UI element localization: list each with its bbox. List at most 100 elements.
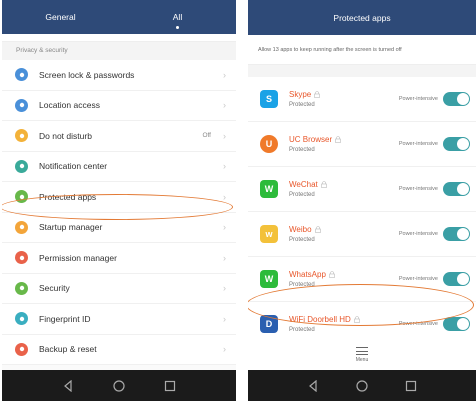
protected-apps-screen: Protected apps Allow 13 apps to keep run… xyxy=(248,0,476,401)
app-status: Protected xyxy=(289,237,315,243)
back-button[interactable] xyxy=(305,378,321,394)
app-status: Protected xyxy=(289,327,315,333)
home-icon xyxy=(356,379,368,392)
settings-item-label: Protected apps xyxy=(39,191,97,202)
settings-screen: General All Privacy & security Screen lo… xyxy=(2,0,236,401)
home-button[interactable] xyxy=(111,378,127,394)
whatsapp-icon: W xyxy=(260,270,278,288)
partial-row xyxy=(2,34,236,42)
app-status: Protected xyxy=(289,192,315,198)
lock-icon xyxy=(320,181,327,188)
shield-icon xyxy=(15,190,28,204)
settings-item[interactable]: Security › xyxy=(2,274,236,304)
back-icon xyxy=(308,379,317,392)
settings-item-label: Backup & reset xyxy=(39,344,97,355)
app-name-line: UC Browser xyxy=(289,135,399,144)
protect-toggle[interactable] xyxy=(443,272,470,286)
settings-item-label: Location access xyxy=(39,100,100,111)
settings-item[interactable]: Do not disturb Off › xyxy=(2,121,236,152)
uc-browser-icon: U xyxy=(260,135,278,153)
skype-icon: S xyxy=(260,90,278,108)
settings-item-label: Do not disturb xyxy=(39,130,92,141)
back-button[interactable] xyxy=(60,378,76,394)
app-text: UC Browser Protected xyxy=(289,135,399,153)
app-row: S Skype Protected Power-intensive xyxy=(248,77,476,122)
chevron-right-icon: › xyxy=(223,222,226,233)
menu-label: Menu xyxy=(355,357,369,363)
protect-toggle[interactable] xyxy=(443,317,470,331)
protected-apps-description: Allow 13 apps to keep running after the … xyxy=(248,35,476,65)
app-text: Weibo Protected xyxy=(289,225,399,243)
power-intensive-tag: Power-intensive xyxy=(398,231,438,237)
app-name-line: WiFi Doorbell HD xyxy=(289,315,399,324)
app-name-line: WhatsApp xyxy=(289,270,399,279)
settings-item[interactable]: Backup & reset › xyxy=(2,335,236,365)
home-button[interactable] xyxy=(354,378,370,394)
app-list: S Skype Protected Power-intensive U UC Browse… xyxy=(248,77,476,347)
key-icon xyxy=(15,251,28,265)
section-label: Privacy & security xyxy=(2,42,236,60)
notification-icon xyxy=(15,159,28,173)
chevron-right-icon: › xyxy=(223,252,226,263)
app-name-line: Skype xyxy=(289,90,399,99)
lock-icon xyxy=(314,226,321,233)
app-name: UC Browser xyxy=(289,135,333,144)
settings-item[interactable]: Notification center › xyxy=(2,152,236,182)
recents-button[interactable] xyxy=(162,378,178,394)
spacer xyxy=(248,65,476,77)
chevron-right-icon: › xyxy=(223,100,226,111)
settings-item[interactable]: Permission manager › xyxy=(2,243,236,274)
protect-toggle[interactable] xyxy=(443,227,470,241)
tab-general[interactable]: General xyxy=(21,12,101,22)
settings-item-label: Startup manager xyxy=(39,222,103,233)
menu-icon xyxy=(356,347,368,355)
recents-button[interactable] xyxy=(403,378,419,394)
startup-icon xyxy=(15,220,28,234)
wechat-icon: W xyxy=(260,180,278,198)
location-icon xyxy=(15,98,28,112)
settings-item[interactable]: Fingerprint ID › xyxy=(2,304,236,335)
lock-icon xyxy=(353,316,360,323)
chevron-right-icon: › xyxy=(223,283,226,294)
app-text: Skype Protected xyxy=(289,90,399,108)
chevron-right-icon: › xyxy=(223,69,226,80)
settings-header: General All xyxy=(2,0,236,34)
app-row: W WhatsApp Protected Power-intensive xyxy=(248,257,476,302)
lock-icon xyxy=(329,271,335,278)
settings-item-label: Permission manager xyxy=(39,252,117,263)
menu-button[interactable]: Menu xyxy=(248,340,476,370)
settings-item[interactable]: Startup manager › xyxy=(2,213,236,243)
settings-item[interactable]: Screen lock & passwords › xyxy=(2,60,236,91)
protect-toggle[interactable] xyxy=(443,182,470,196)
app-text: WeChat Protected xyxy=(289,180,399,198)
app-name: WeChat xyxy=(289,180,318,189)
power-intensive-tag: Power-intensive xyxy=(398,186,438,192)
protect-toggle[interactable] xyxy=(443,137,470,151)
home-icon xyxy=(113,379,125,392)
app-row: w Weibo Protected Power-intensive xyxy=(248,212,476,257)
app-status: Protected xyxy=(289,147,315,153)
settings-item[interactable]: Protected apps › xyxy=(2,182,236,213)
security-icon xyxy=(15,281,28,295)
app-status: Protected xyxy=(289,102,315,108)
settings-item[interactable]: Location access › xyxy=(2,91,236,121)
tab-all[interactable]: All xyxy=(138,12,218,29)
app-name: WhatsApp xyxy=(289,270,326,279)
app-row: U UC Browser Protected Power-intensive xyxy=(248,122,476,167)
settings-item-value: Off xyxy=(202,132,211,140)
back-icon xyxy=(63,379,72,392)
power-intensive-tag: Power-intensive xyxy=(398,321,438,327)
backup-icon xyxy=(15,342,28,356)
chevron-right-icon: › xyxy=(223,130,226,141)
navigation-bar xyxy=(2,370,236,401)
chevron-right-icon: › xyxy=(223,313,226,324)
app-row: W WeChat Protected Power-intensive xyxy=(248,167,476,212)
settings-item-label: Notification center xyxy=(39,161,108,172)
settings-item-label: Fingerprint ID xyxy=(39,313,91,324)
protect-toggle[interactable] xyxy=(443,92,470,106)
app-text: WiFi Doorbell HD Protected xyxy=(289,315,399,333)
app-name: Skype xyxy=(289,90,312,99)
fingerprint-icon xyxy=(15,312,28,326)
app-text: WhatsApp Protected xyxy=(289,270,399,288)
lock-icon xyxy=(15,68,28,82)
